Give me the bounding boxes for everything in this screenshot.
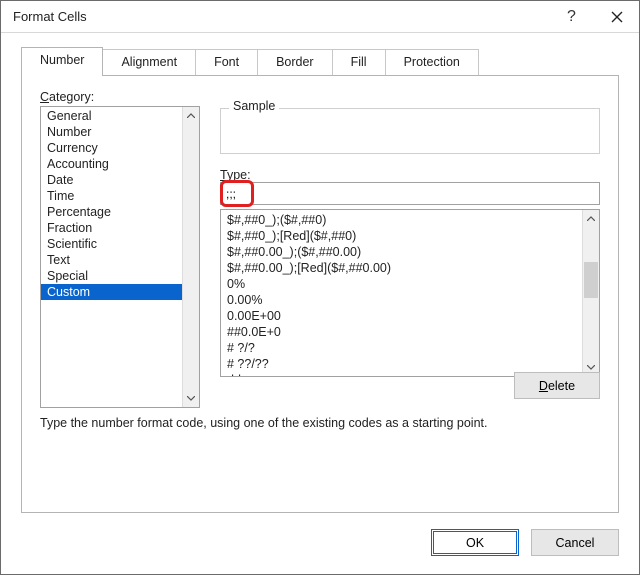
format-scrollbar[interactable] (582, 210, 599, 376)
chevron-up-icon (187, 113, 195, 118)
format-cells-dialog: Format Cells ? Number Alignment Font Bor… (0, 0, 640, 575)
scroll-up-button[interactable] (583, 210, 599, 227)
right-column: Sample Type: $#,##0_);($#,##0) $#,##0_);… (220, 90, 600, 377)
category-item-accounting[interactable]: Accounting (41, 156, 182, 172)
tab-label: Fill (351, 55, 367, 69)
tab-protection[interactable]: Protection (385, 49, 479, 75)
close-button[interactable] (594, 1, 639, 32)
tab-fill[interactable]: Fill (332, 49, 386, 75)
chevron-down-icon (587, 365, 595, 370)
format-item[interactable]: $#,##0_);[Red]($#,##0) (227, 228, 582, 244)
format-item[interactable]: $#,##0.00_);($#,##0.00) (227, 244, 582, 260)
category-item-currency[interactable]: Currency (41, 140, 182, 156)
scroll-track[interactable] (583, 227, 599, 359)
dialog-content: Number Alignment Font Border Fill Protec… (1, 33, 639, 574)
format-list-items: $#,##0_);($#,##0) $#,##0_);[Red]($#,##0)… (221, 210, 582, 376)
type-input[interactable] (220, 182, 600, 205)
accel-underline: T (220, 168, 227, 182)
category-item-time[interactable]: Time (41, 188, 182, 204)
category-item-special[interactable]: Special (41, 268, 182, 284)
category-item-scientific[interactable]: Scientific (41, 236, 182, 252)
format-item[interactable]: 0.00E+00 (227, 308, 582, 324)
delete-button[interactable]: Delete (514, 372, 600, 399)
category-listbox[interactable]: General Number Currency Accounting Date … (40, 106, 200, 408)
label-text: ategory: (49, 90, 94, 104)
tab-alignment[interactable]: Alignment (102, 49, 196, 75)
category-scrollbar[interactable] (182, 107, 199, 407)
format-item[interactable]: $#,##0.00_);[Red]($#,##0.00) (227, 260, 582, 276)
sample-label: Sample (229, 99, 279, 113)
tab-font[interactable]: Font (195, 49, 258, 75)
label-text: ype: (227, 168, 251, 182)
accel-underline: C (40, 90, 49, 104)
category-item-fraction[interactable]: Fraction (41, 220, 182, 236)
format-item[interactable]: $#,##0_);($#,##0) (227, 212, 582, 228)
dialog-footer: OK Cancel (431, 529, 619, 556)
tab-label: Protection (404, 55, 460, 69)
format-item[interactable]: # ??/?? (227, 356, 582, 372)
accel-underline: D (539, 379, 548, 393)
tab-strip: Number Alignment Font Border Fill Protec… (21, 47, 619, 75)
format-list[interactable]: $#,##0_);($#,##0) $#,##0_);[Red]($#,##0)… (220, 209, 600, 377)
scroll-down-button[interactable] (183, 390, 199, 407)
category-item-custom[interactable]: Custom (41, 284, 182, 300)
tab-label: Alignment (121, 55, 177, 69)
window-title: Format Cells (13, 9, 549, 24)
cancel-button[interactable]: Cancel (531, 529, 619, 556)
format-item[interactable]: ##0.0E+0 (227, 324, 582, 340)
tab-label: Number (40, 53, 84, 67)
format-item[interactable]: # ?/? (227, 340, 582, 356)
format-item[interactable]: 0.00% (227, 292, 582, 308)
format-item[interactable]: 0% (227, 276, 582, 292)
chevron-up-icon (587, 216, 595, 221)
sample-group: Sample (220, 108, 600, 154)
category-list-items: General Number Currency Accounting Date … (41, 107, 182, 407)
title-bar: Format Cells ? (1, 1, 639, 33)
type-label: Type: (220, 168, 600, 182)
scroll-thumb[interactable] (584, 262, 598, 298)
hint-text: Type the number format code, using one o… (40, 416, 600, 430)
button-label-rest: elete (548, 379, 575, 393)
category-item-date[interactable]: Date (41, 172, 182, 188)
close-icon (611, 11, 623, 23)
tab-label: Font (214, 55, 239, 69)
tab-border[interactable]: Border (257, 49, 333, 75)
scroll-up-button[interactable] (183, 107, 199, 124)
tab-pane-number: Category: General Number Currency Accoun… (21, 75, 619, 513)
category-item-number[interactable]: Number (41, 124, 182, 140)
category-item-percentage[interactable]: Percentage (41, 204, 182, 220)
type-input-wrap (220, 182, 600, 205)
category-item-text[interactable]: Text (41, 252, 182, 268)
help-button[interactable]: ? (549, 1, 594, 32)
scroll-track[interactable] (183, 124, 199, 390)
category-item-general[interactable]: General (41, 108, 182, 124)
ok-button[interactable]: OK (431, 529, 519, 556)
tab-label: Border (276, 55, 314, 69)
chevron-down-icon (187, 396, 195, 401)
tab-number[interactable]: Number (21, 47, 103, 76)
